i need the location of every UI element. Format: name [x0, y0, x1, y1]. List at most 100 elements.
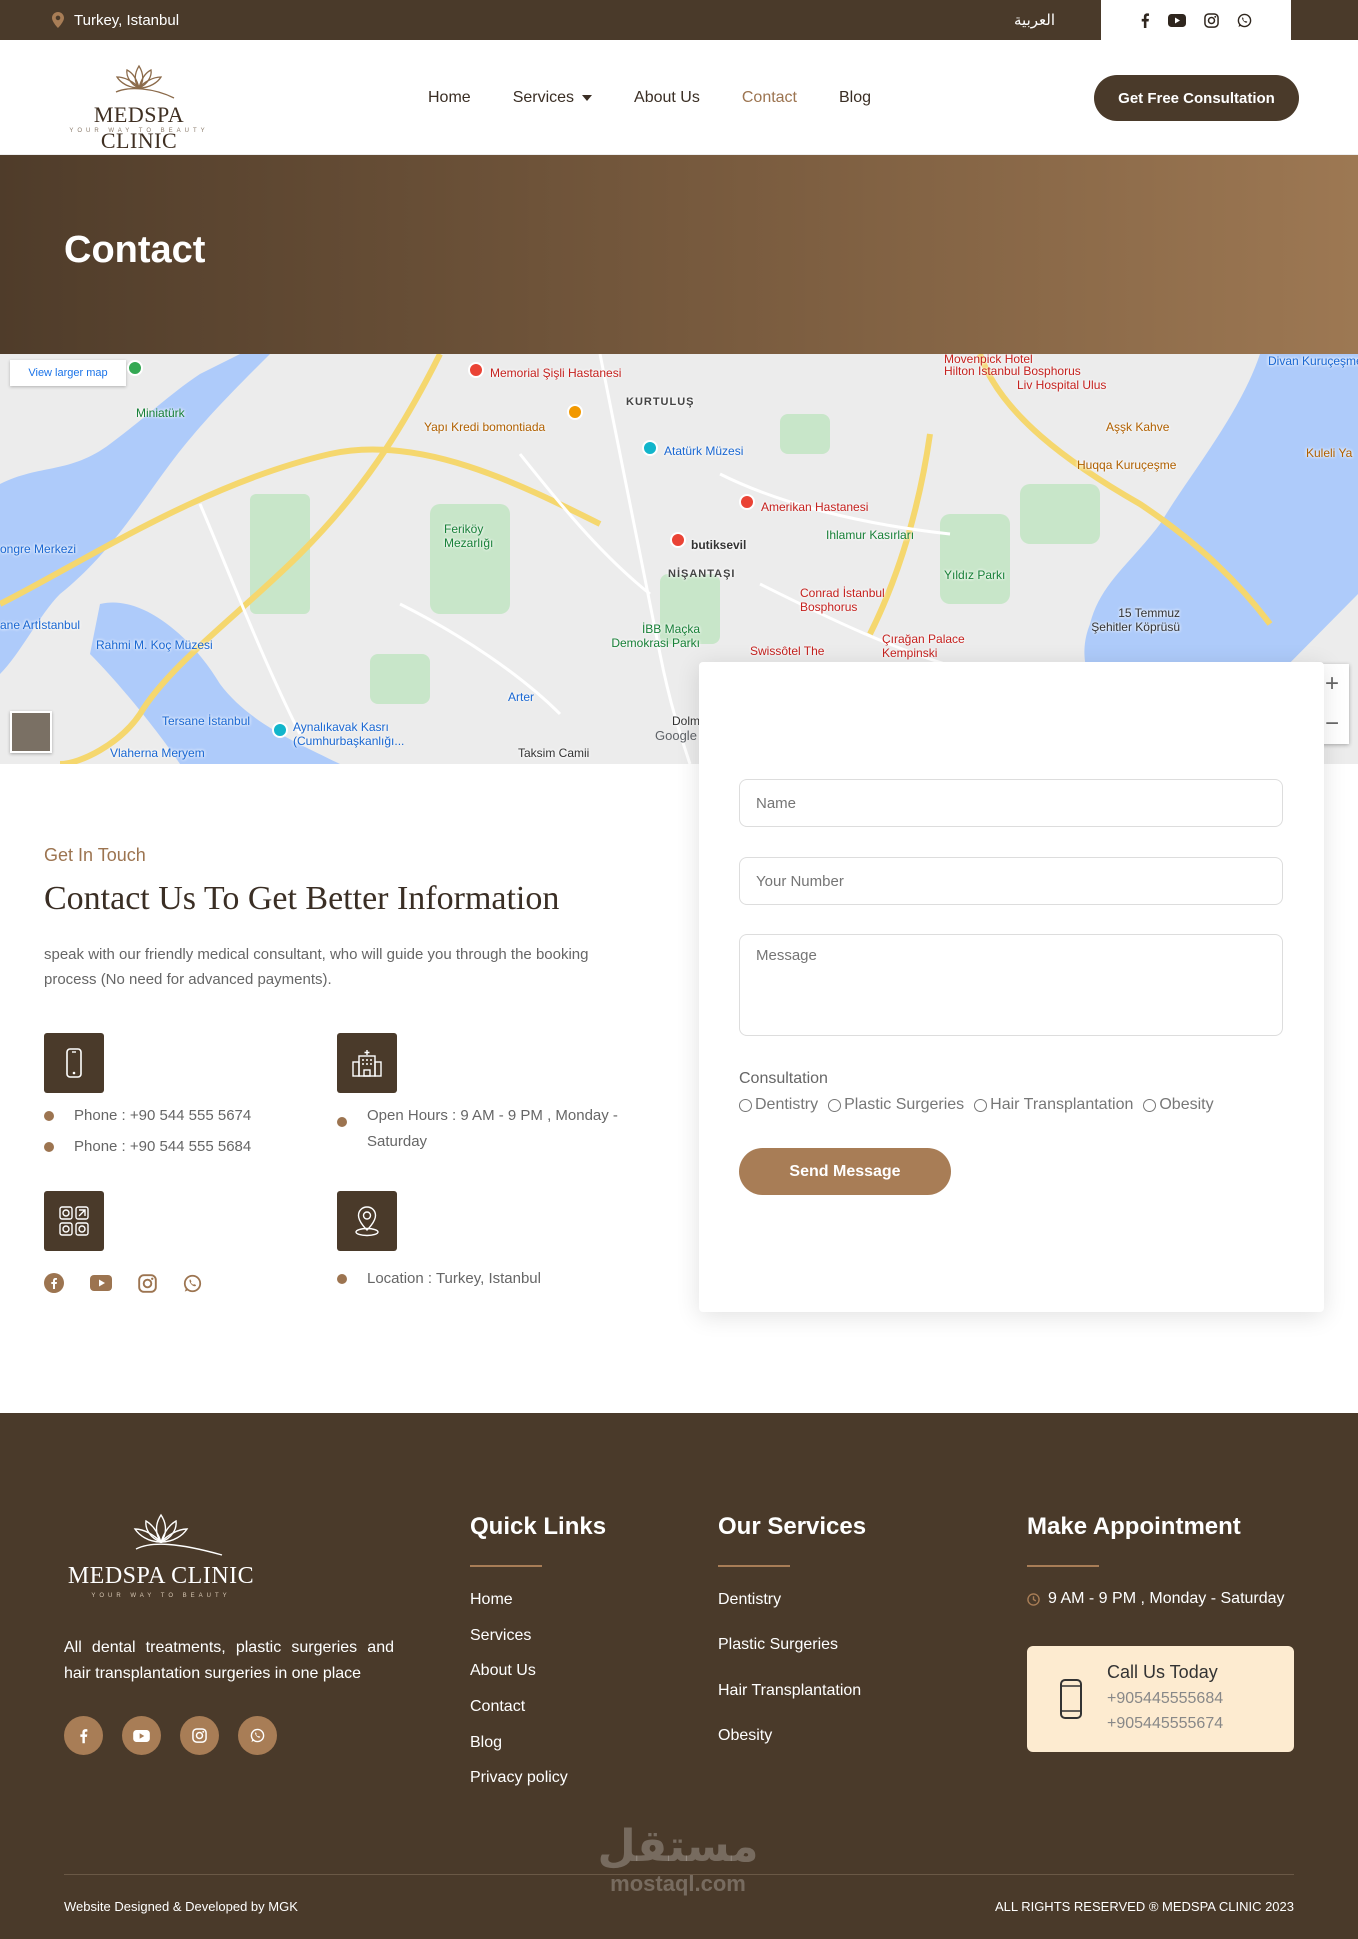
footer-service-obesity[interactable]: Obesity: [718, 1727, 772, 1744]
map-satellite-toggle[interactable]: [10, 711, 52, 753]
map-label: Yıldız Parkı: [944, 568, 1006, 582]
whatsapp-icon[interactable]: [183, 1273, 202, 1293]
location-info-box: [337, 1191, 397, 1251]
option-hair-transplantation[interactable]: Hair Transplantation: [974, 1096, 1133, 1114]
option-label: Plastic Surgeries: [844, 1096, 965, 1113]
caret-down-icon: [582, 94, 593, 101]
instagram-icon[interactable]: [138, 1273, 157, 1293]
name-field[interactable]: [739, 779, 1283, 827]
map-hospital-pin: [739, 494, 755, 510]
call-phone-1[interactable]: +905445555684: [1107, 1690, 1223, 1708]
option-obesity[interactable]: Obesity: [1143, 1096, 1214, 1114]
instagram-icon[interactable]: [180, 1716, 219, 1755]
map-hospital-pin: [468, 362, 484, 378]
radio-hair-transplantation[interactable]: [974, 1098, 988, 1112]
map-label: Arter: [508, 690, 535, 704]
map-label: butiksevil: [691, 538, 747, 552]
nav-label: Contact: [741, 88, 797, 106]
footer-link-about-us[interactable]: About Us: [470, 1662, 536, 1679]
radio-dentistry[interactable]: [739, 1098, 752, 1112]
message-field[interactable]: [739, 934, 1283, 1036]
site-logo[interactable]: MEDSPA CLINIC YOUR WAY TO BEAUTY: [54, 58, 224, 153]
lotus-logo-icon: [133, 1513, 223, 1556]
top-social-links: [1101, 0, 1291, 40]
nav-item-services[interactable]: Services: [512, 88, 593, 107]
footer-link-privacy-policy[interactable]: Privacy policy: [470, 1769, 568, 1786]
top-location: Turkey, Istanbul: [52, 0, 179, 40]
map-label: KURTULUŞ: [626, 396, 695, 408]
footer-service-plastic-surgeries[interactable]: Plastic Surgeries: [718, 1636, 838, 1653]
bullet-dot: [44, 1111, 54, 1121]
youtube-icon[interactable]: [122, 1716, 161, 1755]
clock-icon: [1027, 1592, 1040, 1606]
radio-plastic-surgeries[interactable]: [828, 1098, 842, 1112]
map-label: ane Artİstanbul: [0, 618, 81, 632]
section-lead: speak with our friendly medical consulta…: [44, 946, 589, 988]
footer-service-hair-transplantation[interactable]: Hair Transplantation: [718, 1682, 861, 1699]
language-switch-link[interactable]: العربية: [1014, 0, 1055, 40]
facebook-icon[interactable]: [44, 1273, 64, 1293]
facebook-icon[interactable]: [1140, 12, 1150, 28]
phone-number-field[interactable]: [739, 857, 1283, 905]
footer-hours: 9 AM - 9 PM , Monday - Saturday: [1027, 1590, 1285, 1608]
map-cafe-pin: [567, 404, 583, 420]
footer-link-contact[interactable]: Contact: [470, 1698, 525, 1715]
footer-link-blog[interactable]: Blog: [470, 1734, 502, 1751]
whatsapp-icon[interactable]: [238, 1716, 277, 1755]
nav-label: Services: [512, 88, 575, 106]
appointment-rule: [1027, 1565, 1099, 1567]
facebook-icon[interactable]: [64, 1716, 103, 1755]
view-larger-map-link[interactable]: View larger map: [10, 360, 126, 386]
lotus-logo-icon: [115, 64, 175, 99]
option-plastic-surgeries[interactable]: Plastic Surgeries: [828, 1096, 964, 1114]
hours-info-box: [337, 1033, 397, 1093]
nav-item-blog[interactable]: Blog: [839, 89, 871, 107]
map-shop-pin: [670, 532, 686, 548]
radio-obesity[interactable]: [1143, 1098, 1157, 1112]
call-phone-2[interactable]: +905445555674: [1107, 1715, 1223, 1733]
youtube-icon[interactable]: [1168, 13, 1186, 27]
page-hero: Contact: [0, 155, 1358, 354]
map-label: Rahmi M. Koç Müzesi: [96, 638, 213, 652]
nav-item-contact[interactable]: Contact: [742, 89, 797, 107]
map-marker-icon: [352, 1205, 382, 1237]
map-label: Miniatürk: [136, 406, 185, 420]
mostaql-watermark: مستقل mostaql.com: [593, 1823, 763, 1897]
send-message-button[interactable]: Send Message: [739, 1148, 951, 1195]
services-rule: [718, 1565, 790, 1567]
services-title: Our Services: [718, 1513, 867, 1540]
map-label: Feriköy Mezarlığı: [444, 522, 494, 550]
nav-item-about-us[interactable]: About Us: [634, 89, 700, 107]
map-label: Divan Kuruçeşme: [1268, 354, 1358, 368]
top-bar: Turkey, Istanbul العربية: [0, 0, 1358, 40]
nav-item-home[interactable]: Home: [428, 89, 471, 107]
contact-form-card: Consultation Dentistry Plastic Surgeries…: [699, 662, 1324, 1312]
map-label: Swissôtel The: [750, 644, 825, 658]
site-footer: MEDSPA CLINIC YOUR WAY TO BEAUTY All den…: [0, 1413, 1358, 1939]
location-pin-icon: [52, 12, 64, 28]
footer-divider: [64, 1874, 1294, 1875]
footer-social-links: [64, 1716, 277, 1755]
footer-link-services[interactable]: Services: [470, 1627, 531, 1644]
youtube-icon[interactable]: [90, 1273, 112, 1293]
hours-text: Open Hours : 9 AM - 9 PM , Monday - Satu…: [367, 1107, 618, 1150]
option-dentistry[interactable]: Dentistry: [739, 1096, 818, 1114]
instagram-icon[interactable]: [1204, 12, 1219, 28]
services-list: Dentistry Plastic Surgeries Hair Transpl…: [718, 1591, 861, 1745]
map-label: Hilton Istanbul Bosphorus: [944, 364, 1081, 378]
map-label: Taksim Camii: [518, 746, 590, 760]
mobile-phone-icon: [65, 1048, 83, 1078]
footer-logo[interactable]: MEDSPA CLINIC YOUR WAY TO BEAUTY: [64, 1511, 258, 1605]
contact-social-links: [44, 1273, 202, 1293]
watermark-arabic: مستقل: [597, 1821, 759, 1872]
whatsapp-icon[interactable]: [1237, 13, 1252, 28]
call-us-title: Call Us Today: [1107, 1662, 1218, 1682]
footer-service-dentistry[interactable]: Dentistry: [718, 1591, 781, 1608]
free-consultation-button[interactable]: Get Free Consultation: [1094, 75, 1299, 121]
map-label: Liv Hospital Ulus: [1017, 378, 1107, 392]
footer-link-home[interactable]: Home: [470, 1591, 513, 1608]
phone-line-2: Phone : +90 544 555 5684: [44, 1134, 251, 1160]
phone-line-1: Phone : +90 544 555 5674: [44, 1103, 251, 1129]
hours-line: Open Hours : 9 AM - 9 PM , Monday - Satu…: [337, 1103, 637, 1155]
footer-logo-name: MEDSPA CLINIC: [67, 1563, 255, 1589]
